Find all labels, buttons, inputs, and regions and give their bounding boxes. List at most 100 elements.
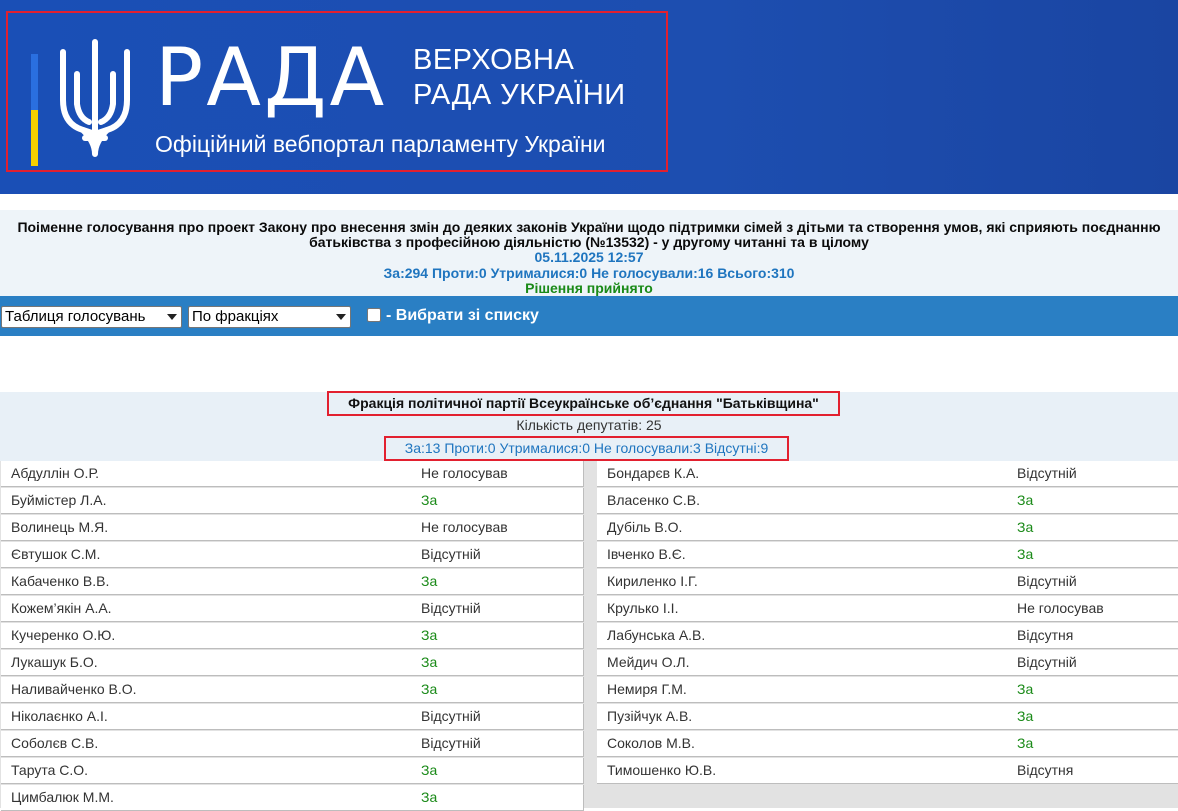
faction-name: Фракція політичної партії Всеукраїнське … [327,391,840,416]
portal-title: Офіційний вебпортал парламенту України [155,131,606,157]
deputy-name: Лабунська А.В. [607,627,706,643]
deputy-vote: Відсутній [1017,573,1077,589]
deputy-vote: За [1017,492,1034,508]
deputy-vote: Не голосував [421,519,508,535]
deputy-vote: Відсутня [1017,762,1074,778]
deputies-table: Абдуллін О.Р. Не голосував Буймістер Л.А. З… [0,461,1178,811]
deputy-name: Лукашук Б.О. [11,654,98,670]
deputy-vote: Не голосував [421,465,508,481]
vote-result: Рішення прийнято [525,280,653,296]
deputy-name: Крулько І.І. [607,600,679,616]
deputy-name: Наливайченко В.О. [11,681,137,697]
deputy-vote: За [1017,519,1034,535]
deputy-row: Лабунська А.В. Відсутня [597,623,1178,649]
deputy-row: Лукашук Б.О. За [1,650,584,676]
deputy-row: Івченко В.Є. За [597,542,1178,568]
deputy-vote: За [1017,735,1034,751]
deputy-vote: За [1017,681,1034,697]
deputy-name: Кабаченко В.В. [11,573,110,589]
logo-subtitle-line2: РАДА УКРАЇНИ [413,79,626,111]
deputy-row: Тарута С.О. За [1,758,584,784]
deputy-vote: За [421,681,438,697]
faction-stats: За:13 Проти:0 Утрималися:0 Не голосували… [384,436,789,461]
vote-info: Поіменне голосування про проект Закону п… [0,210,1178,296]
deputy-name: Тимошенко Ю.В. [607,762,717,778]
vote-datetime: 05.11.2025 12:57 [534,249,644,265]
deputy-name: Ніколаєнко А.І. [11,708,108,724]
deputy-row: Тимошенко Ю.В. Відсутня [597,758,1178,784]
deputy-row: Власенко С.В. За [597,488,1178,514]
deputy-name: Кожем’якін А.А. [11,600,112,616]
vote-totals: За:294 Проти:0 Утрималися:0 Не голосувал… [383,265,795,281]
deputy-vote: За [421,492,438,508]
deputy-name: Тарута С.О. [11,762,89,778]
deputy-name: Соколов М.В. [607,735,695,751]
deputy-row: Немиря Г.М. За [597,677,1178,703]
deputy-row: Євтушок С.М. Відсутній [1,542,584,568]
deputy-name: Немиря Г.М. [607,681,687,697]
deputy-vote: Відсутній [421,600,481,616]
deputy-name: Абдуллін О.Р. [11,465,100,481]
deputy-row: Кабаченко В.В. За [1,569,584,595]
deputy-vote: Відсутній [421,735,481,751]
logo-subtitle: ВЕРХОВНА РАДА УКРАЇНИ [413,43,626,113]
deputy-name: Пузійчук А.В. [607,708,693,724]
deputy-vote: За [421,573,438,589]
choose-from-list-checkbox[interactable] [367,308,381,322]
deputy-row: Ніколаєнко А.І. Відсутній [1,704,584,730]
deputy-vote: За [421,762,438,778]
deputy-name: Бондарєв К.А. [607,465,700,481]
view-select[interactable]: Таблиця голосувань [1,306,182,328]
deputy-row: Кириленко І.Г. Відсутній [597,569,1178,595]
deputy-vote: За [421,654,438,670]
trident-icon [60,39,130,157]
deputy-name: Цимбалюк М.М. [11,789,114,805]
deputy-row: Пузійчук А.В. За [597,704,1178,730]
faction-header: Фракція політичної партії Всеукраїнське … [0,391,1178,462]
deputy-row: Мейдич О.Л. Відсутній [597,650,1178,676]
deputy-row: Кожем’якін А.А. Відсутній [1,596,584,622]
chevron-down-icon [336,314,346,320]
deputy-row: Абдуллін О.Р. Не голосував [1,461,584,487]
deputy-vote: За [1017,546,1034,562]
deputy-name: Мейдич О.Л. [607,654,690,670]
deputy-name: Кучеренко О.Ю. [11,627,116,643]
toolbar: Таблиця голосувань По фракціях - Вибрати… [0,296,1178,336]
deputy-row: Крулько І.І. Не голосував [597,596,1178,622]
deputy-vote: Відсутня [1017,627,1074,643]
deputy-name: Кириленко І.Г. [607,573,698,589]
deputy-name: Буймістер Л.А. [11,492,107,508]
deputy-vote: Не голосував [1017,600,1104,616]
group-select-value: По фракціях [192,308,279,325]
deputy-row: Соболєв С.В. Відсутній [1,731,584,757]
site-logo-link[interactable]: РАДА ВЕРХОВНА РАДА УКРАЇНИ Офіційний веб… [6,11,668,172]
chevron-down-icon [167,314,177,320]
choose-from-list-label[interactable]: - Вибрати зі списку [386,307,539,325]
deputy-row: Буймістер Л.А. За [1,488,584,514]
deputy-name: Волинець М.Я. [11,519,109,535]
deputy-vote: За [421,789,438,805]
view-select-value: Таблиця голосувань [5,308,146,325]
group-select[interactable]: По фракціях [188,306,351,328]
site-header: РАДА ВЕРХОВНА РАДА УКРАЇНИ Офіційний веб… [0,0,1178,194]
faction-deputy-count: Кількість депутатів: 25 [516,417,662,433]
deputy-row: Соколов М.В. За [597,731,1178,757]
deputy-name: Соболєв С.В. [11,735,99,751]
deputy-row: Волинець М.Я. Не голосував [1,515,584,541]
deputy-row: Цимбалюк М.М. За [1,785,584,811]
deputy-vote: Відсутній [421,708,481,724]
deputy-row: Кучеренко О.Ю. За [1,623,584,649]
vote-title: Поіменне голосування про проект Закону п… [17,219,1161,250]
deputy-row: Бондарєв К.А. Відсутній [597,461,1178,487]
deputy-vote: За [421,627,438,643]
deputy-name: Івченко В.Є. [607,546,686,562]
deputy-row: Наливайченко В.О. За [1,677,584,703]
flag-bar [31,54,38,166]
deputy-name: Власенко С.В. [607,492,700,508]
logo-title: РАДА [155,31,388,124]
logo-subtitle-line1: ВЕРХОВНА [413,44,575,76]
deputy-vote: Відсутній [1017,465,1077,481]
deputy-vote: За [1017,708,1034,724]
deputy-vote: Відсутній [421,546,481,562]
deputy-vote: Відсутній [1017,654,1077,670]
